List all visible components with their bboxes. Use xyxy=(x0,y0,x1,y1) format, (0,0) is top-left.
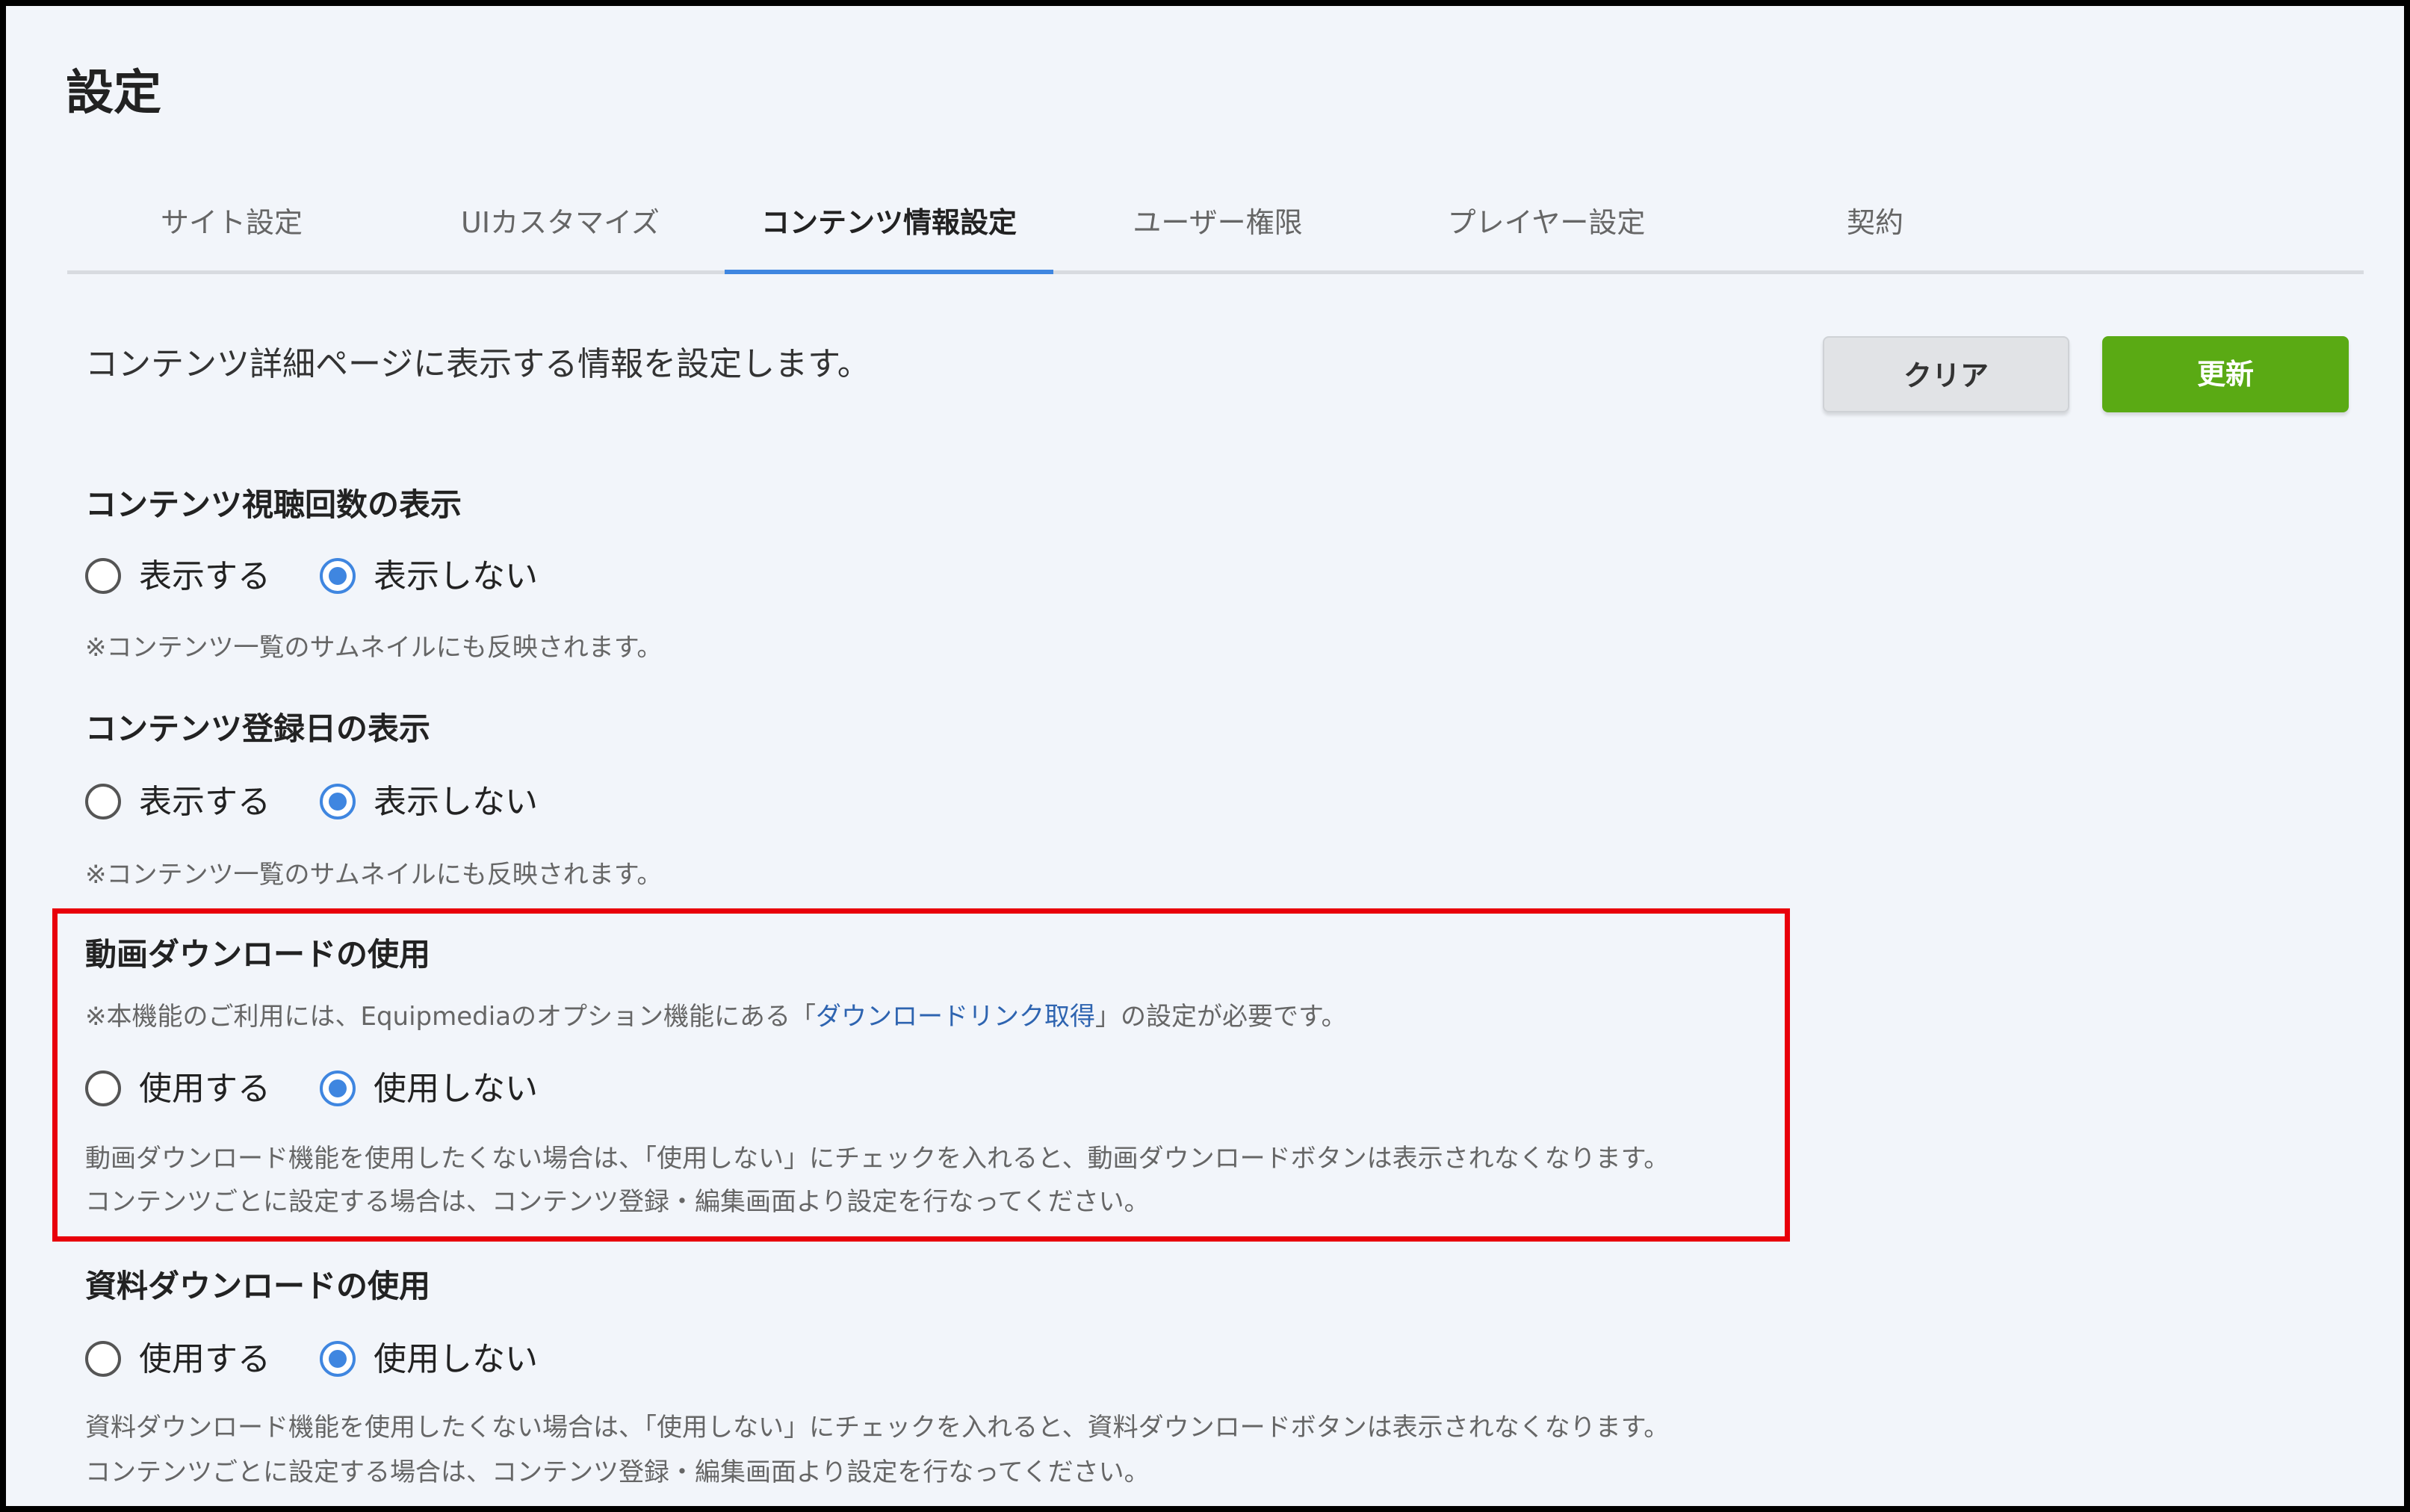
video-download-use-radio[interactable]: 使用する xyxy=(85,1068,279,1113)
radio-unchecked-icon xyxy=(85,558,121,594)
download-link-option-link[interactable]: ダウンロードリンク取得 xyxy=(816,1002,1095,1032)
section-title: 資料ダウンロードの使用 xyxy=(85,1268,431,1304)
material-download-use-radio[interactable]: 使用する xyxy=(85,1339,279,1384)
section-note-line1: 動画ダウンロード機能を使用したくない場合は、「使用しない」にチェックを入れると、… xyxy=(85,1144,1670,1174)
radio-label: 表示する xyxy=(139,783,270,821)
registration-date-hide-radio[interactable]: 表示しない xyxy=(320,781,559,826)
page-title: 設定 xyxy=(66,66,161,121)
section-title: コンテンツ視聴回数の表示 xyxy=(85,486,462,523)
radio-checked-icon xyxy=(320,1071,356,1106)
tab-user-permissions[interactable]: ユーザー権限 xyxy=(1053,185,1382,270)
radio-unchecked-icon xyxy=(85,1071,121,1106)
radio-label: 使用する xyxy=(139,1070,270,1108)
radio-label: 表示しない xyxy=(374,783,538,821)
radio-checked-icon xyxy=(320,1341,356,1377)
material-download-nouse-radio[interactable]: 使用しない xyxy=(320,1339,559,1384)
radio-label: 表示しない xyxy=(374,557,538,595)
radio-checked-icon xyxy=(320,784,356,819)
settings-window: 設定 サイト設定 UIカスタマイズ コンテンツ情報設定 ユーザー権限 プレイヤー… xyxy=(0,0,2410,1512)
update-button[interactable]: 更新 xyxy=(2102,336,2349,412)
section-note: ※コンテンツ一覧のサムネイルにも反映されます。 xyxy=(85,633,663,663)
radio-unchecked-icon xyxy=(85,1341,121,1377)
section-title: 動画ダウンロードの使用 xyxy=(85,936,431,973)
radio-unchecked-icon xyxy=(85,784,121,819)
requirement-prefix: ※本機能のご利用には、Equipmediaのオプション機能にある「 xyxy=(85,1002,817,1032)
tab-bar: サイト設定 UIカスタマイズ コンテンツ情報設定 ユーザー権限 プレイヤー設定 … xyxy=(67,185,2364,274)
radio-label: 使用しない xyxy=(374,1070,538,1108)
view-count-show-radio[interactable]: 表示する xyxy=(85,556,279,601)
section-note-line2: コンテンツごとに設定する場合は、コンテンツ登録・編集画面より設定を行なってくださ… xyxy=(85,1457,1150,1487)
page-description: コンテンツ詳細ページに表示する情報を設定します。 xyxy=(85,345,870,383)
section-title: コンテンツ登録日の表示 xyxy=(85,710,431,747)
requirement-note: ※本機能のご利用には、Equipmediaのオプション機能にある「ダウンロードリ… xyxy=(85,995,1347,1038)
section-note-line2: コンテンツごとに設定する場合は、コンテンツ登録・編集画面より設定を行なってくださ… xyxy=(85,1187,1150,1217)
tab-ui-customize[interactable]: UIカスタマイズ xyxy=(396,185,725,270)
requirement-suffix: 」の設定が必要です。 xyxy=(1095,1002,1347,1032)
radio-label: 表示する xyxy=(139,557,270,595)
registration-date-show-radio[interactable]: 表示する xyxy=(85,781,279,826)
video-download-nouse-radio[interactable]: 使用しない xyxy=(320,1068,559,1113)
radio-checked-icon xyxy=(320,558,356,594)
radio-label: 使用しない xyxy=(374,1340,538,1378)
section-note: ※コンテンツ一覧のサムネイルにも反映されます。 xyxy=(85,860,663,890)
radio-label: 使用する xyxy=(139,1340,270,1378)
tab-contract[interactable]: 契約 xyxy=(1711,185,2039,270)
clear-button[interactable]: クリア xyxy=(1823,336,2069,412)
tab-player-settings[interactable]: プレイヤー設定 xyxy=(1382,185,1711,270)
section-note-line1: 資料ダウンロード機能を使用したくない場合は、「使用しない」にチェックを入れると、… xyxy=(85,1413,1670,1443)
view-count-hide-radio[interactable]: 表示しない xyxy=(320,556,559,601)
tab-site-settings[interactable]: サイト設定 xyxy=(67,185,396,270)
tab-content-info-settings[interactable]: コンテンツ情報設定 xyxy=(725,185,1053,274)
